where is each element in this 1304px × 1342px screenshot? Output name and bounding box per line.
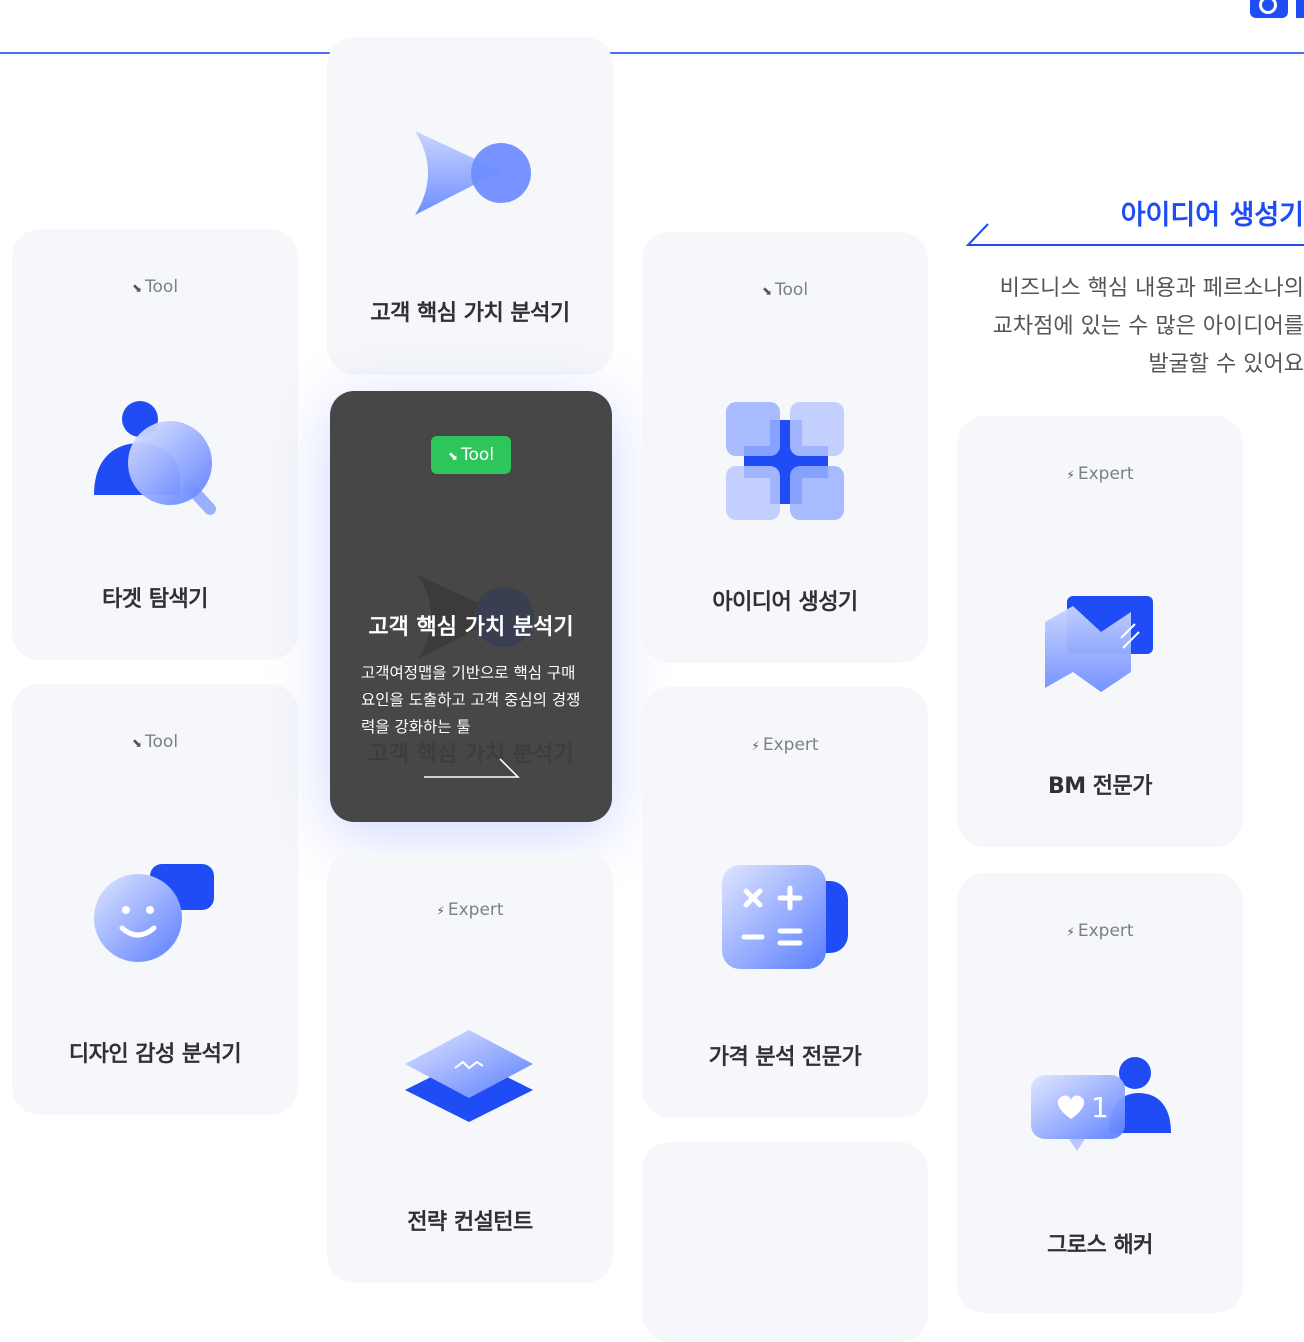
card-title: 그로스 해커 bbox=[1047, 1233, 1153, 1258]
logo-icon[interactable] bbox=[1250, 0, 1288, 18]
active-card-description: 고객여정맵을 기반으로 핵심 구매 요인을 도출하고 고객 중심의 경쟁력을 강… bbox=[361, 664, 581, 736]
side-panel-underline bbox=[966, 223, 1304, 246]
like-user-icon: 1 bbox=[1031, 1057, 1171, 1151]
person-search-icon bbox=[94, 401, 216, 515]
logo-edge bbox=[1296, 0, 1304, 18]
card-title: 아이디어 생성기 bbox=[712, 590, 858, 615]
tool-icon: ⬊ bbox=[131, 281, 143, 295]
card-bottom-partial[interactable] bbox=[642, 1142, 928, 1342]
card-growth-hacker[interactable]: ⚡ Expert 1 그로스 해커 bbox=[957, 873, 1243, 1313]
calculator-icon bbox=[722, 865, 848, 969]
card-tag: ⬊ Tool bbox=[761, 280, 809, 300]
card-title: 전략 컨설턴트 bbox=[407, 1210, 533, 1235]
bolt-icon: ⚡ bbox=[1066, 925, 1075, 939]
card-target-finder[interactable]: ⬊ Tool 타겟 탐색기 bbox=[12, 229, 298, 660]
grid-cross-icon bbox=[726, 402, 844, 520]
arrow-orb-icon bbox=[415, 131, 531, 215]
card-price-expert[interactable]: ⚡ Expert 가격 분석 전문가 bbox=[642, 687, 928, 1118]
card-bm-expert[interactable]: ⚡ Expert BM 전문가 bbox=[957, 416, 1243, 847]
bolt-icon: ⚡ bbox=[436, 904, 445, 918]
tool-icon: ⬊ bbox=[761, 284, 773, 298]
tool-icon: ⬊ bbox=[447, 449, 459, 463]
bolt-icon: ⚡ bbox=[751, 739, 760, 753]
card-strategy-consultant[interactable]: ⚡ Expert 전략 컨설턴트 bbox=[327, 852, 613, 1283]
bolt-icon: ⚡ bbox=[1066, 468, 1075, 482]
envelope-icon bbox=[1045, 596, 1153, 692]
card-design-analyzer[interactable]: ⬊ Tool 디자인 감성 분석기 bbox=[12, 684, 298, 1115]
card-tag: ⬊ Tool bbox=[131, 732, 179, 752]
card-title: BM 전문가 bbox=[1047, 774, 1153, 799]
active-card-title: 고객 핵심 가치 분석기 bbox=[368, 615, 574, 640]
header-divider bbox=[0, 52, 1304, 54]
card-title: 타겟 탐색기 bbox=[102, 587, 208, 612]
tool-icon: ⬊ bbox=[131, 736, 143, 750]
card-tag: ⚡ Expert bbox=[751, 735, 819, 755]
card-title: 가격 분석 전문가 bbox=[708, 1045, 862, 1070]
card-idea-generator[interactable]: ⬊ Tool 아이디어 생성기 bbox=[642, 232, 928, 663]
card-value-analyzer-top[interactable]: 고객 핵심 가치 분석기 bbox=[327, 37, 613, 375]
layers-icon bbox=[405, 1030, 533, 1122]
card-value-analyzer-active[interactable]: ⬊ Tool 고객 핵심 가치 분석기 고객여정맵을 기반으로 핵심 구매 요인을… bbox=[330, 391, 612, 822]
card-tag: ⚡ Expert bbox=[1066, 464, 1134, 484]
card-tag: ⬊ Tool bbox=[131, 277, 179, 297]
card-tag: ⚡ Expert bbox=[436, 900, 504, 920]
card-tag: ⚡ Expert bbox=[1066, 921, 1134, 941]
card-title: 디자인 감성 분석기 bbox=[68, 1042, 242, 1067]
arrow-right-icon[interactable] bbox=[422, 757, 522, 781]
tool-badge: ⬊ Tool bbox=[431, 436, 511, 474]
card-title: 고객 핵심 가치 분석기 bbox=[370, 301, 570, 326]
side-panel-description: 비즈니스 핵심 내용과 페르소나의 교차점에 있는 수 많은 아이디어를 발굴할… bbox=[992, 276, 1304, 377]
smile-chat-icon bbox=[94, 864, 214, 962]
like-count: 1 bbox=[1091, 1091, 1109, 1124]
